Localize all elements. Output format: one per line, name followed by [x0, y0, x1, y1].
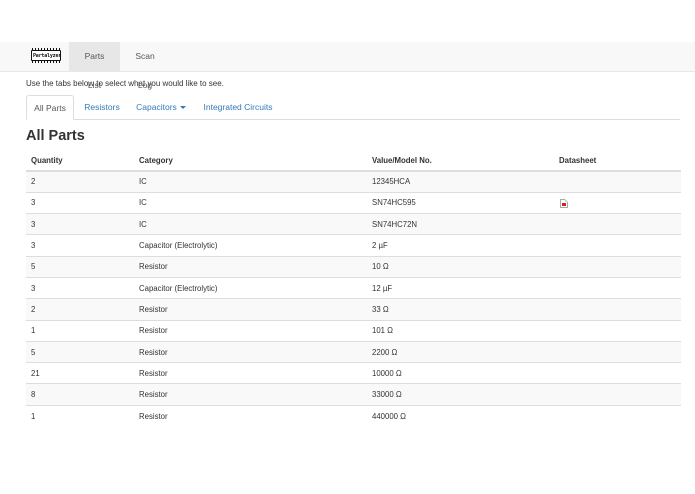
cell-quantity: 2	[26, 298, 134, 321]
cell-datasheet	[554, 404, 681, 427]
tab-capacitors-label: Capacitors	[136, 102, 177, 112]
cell-value: 2 µF	[367, 234, 554, 257]
cell-value: 10000 Ω	[367, 362, 554, 384]
table-row: 2 Resistor 33 Ω	[26, 298, 681, 321]
cell-datasheet	[554, 191, 681, 214]
cell-datasheet	[554, 340, 681, 363]
cell-category: Capacitor (Electrolytic)	[134, 276, 367, 299]
nav-scan-log[interactable]: Scan Log	[120, 42, 170, 90]
chip-logo-icon: Partalyzer	[31, 50, 61, 61]
header-datasheet: Datasheet	[554, 151, 681, 172]
cell-value: SN74HC72N	[367, 213, 554, 235]
table-header-row: Quantity Category Value/Model No. Datash…	[26, 151, 681, 172]
cell-value: 33 Ω	[367, 298, 554, 321]
table-row: 2 IC 12345HCA	[26, 170, 681, 193]
header-quantity: Quantity	[26, 151, 134, 172]
cell-category: IC	[134, 213, 367, 235]
tab-resistors[interactable]: Resistors	[76, 95, 128, 119]
cell-value: 33000 Ω	[367, 383, 554, 406]
cell-quantity: 1	[26, 404, 134, 427]
brand-text: Partalyzer	[33, 53, 62, 59]
tab-capacitors[interactable]: Capacitors	[130, 95, 192, 119]
cell-value: 440000 Ω	[367, 404, 554, 427]
category-tabs: All Parts Resistors Capacitors Integrate…	[26, 95, 680, 120]
table-row: 3 Capacitor (Electrolytic) 12 µF	[26, 276, 681, 299]
cell-datasheet	[554, 255, 681, 278]
cell-quantity: 5	[26, 255, 134, 278]
cell-datasheet	[554, 276, 681, 299]
cell-value: 101 Ω	[367, 319, 554, 342]
pdf-icon[interactable]	[560, 198, 568, 208]
table-row: 3 IC SN74HC72N	[26, 213, 681, 235]
table-row: 1 Resistor 101 Ω	[26, 319, 681, 342]
table-row: 3 IC SN74HC595	[26, 191, 681, 214]
cell-quantity: 5	[26, 340, 134, 363]
top-navbar: Partalyzer Parts List Scan Log	[0, 42, 695, 90]
cell-quantity: 3	[26, 276, 134, 299]
table-row: 1 Resistor 440000 Ω	[26, 404, 681, 427]
cell-category: Resistor	[134, 298, 367, 321]
cell-quantity: 21	[26, 362, 134, 384]
cell-category: IC	[134, 170, 367, 193]
cell-category: Resistor	[134, 255, 367, 278]
cell-datasheet	[554, 319, 681, 342]
cell-value: 12 µF	[367, 276, 554, 299]
cell-quantity: 3	[26, 191, 134, 214]
cell-quantity: 3	[26, 213, 134, 235]
nav-parts-list[interactable]: Parts List	[69, 42, 120, 90]
table-row: 5 Resistor 10 Ω	[26, 255, 681, 278]
parts-table: Quantity Category Value/Model No. Datash…	[26, 151, 681, 427]
cell-value: SN74HC595	[367, 191, 554, 214]
intro-text: Use the tabs below to select what you wo…	[26, 79, 224, 88]
brand-logo[interactable]: Partalyzer	[31, 48, 63, 65]
chip-pins-bottom	[32, 61, 60, 63]
header-value: Value/Model No.	[367, 151, 554, 172]
cell-category: Resistor	[134, 319, 367, 342]
tab-all-parts[interactable]: All Parts	[26, 95, 74, 120]
table-row: 21 Resistor 10000 Ω	[26, 362, 681, 384]
cell-category: Resistor	[134, 404, 367, 427]
table-row: 5 Resistor 2200 Ω	[26, 340, 681, 363]
section-title: All Parts	[26, 128, 85, 144]
cell-datasheet	[554, 298, 681, 321]
cell-quantity: 8	[26, 383, 134, 406]
cell-value: 10 Ω	[367, 255, 554, 278]
parts-table-body: 2 IC 12345HCA 3 IC SN74HC595 3 IC SN74HC72N 3 Capa…	[26, 170, 681, 427]
table-row: 3 Capacitor (Electrolytic) 2 µF	[26, 234, 681, 257]
cell-datasheet	[554, 170, 681, 193]
header-category: Category	[134, 151, 367, 172]
cell-datasheet	[554, 213, 681, 235]
cell-value: 12345HCA	[367, 170, 554, 193]
cell-category: Resistor	[134, 362, 367, 384]
table-row: 8 Resistor 33000 Ω	[26, 383, 681, 406]
cell-datasheet	[554, 383, 681, 406]
cell-datasheet	[554, 362, 681, 384]
cell-quantity: 1	[26, 319, 134, 342]
cell-quantity: 3	[26, 234, 134, 257]
cell-category: Resistor	[134, 340, 367, 363]
cell-category: Capacitor (Electrolytic)	[134, 234, 367, 257]
cell-category: Resistor	[134, 383, 367, 406]
cell-value: 2200 Ω	[367, 340, 554, 363]
cell-quantity: 2	[26, 170, 134, 193]
tab-integrated-circuits[interactable]: Integrated Circuits	[196, 95, 280, 119]
cell-datasheet	[554, 234, 681, 257]
cell-category: IC	[134, 191, 367, 214]
caret-down-icon	[179, 106, 186, 110]
